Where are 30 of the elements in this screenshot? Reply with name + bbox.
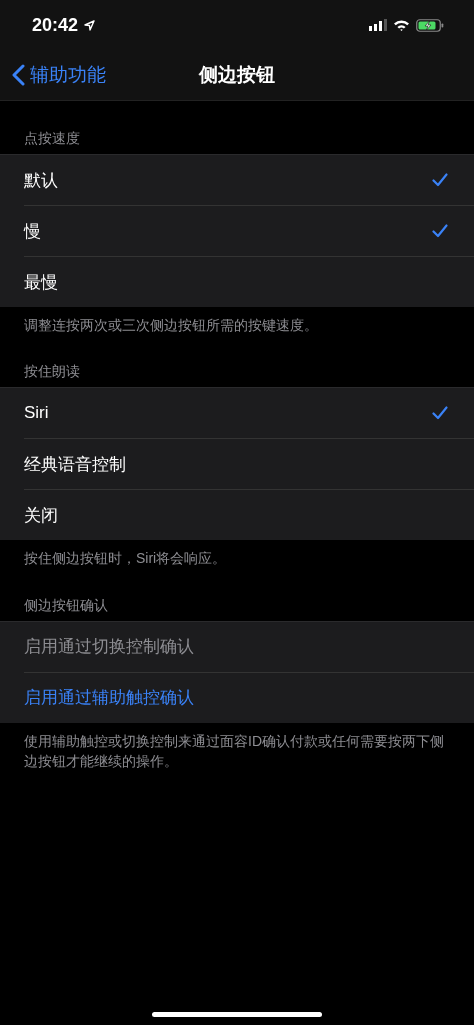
chevron-left-icon (12, 64, 25, 86)
settings-row[interactable]: 经典语音控制 (24, 438, 474, 490)
page-title: 侧边按钮 (199, 63, 275, 87)
battery-charging-icon (416, 18, 444, 32)
section-footer: 调整连按两次或三次侧边按钮所需的按键速度。 (0, 307, 474, 336)
wifi-icon (393, 19, 410, 31)
section-footer: 按住侧边按钮时，Siri将会响应。 (0, 540, 474, 569)
row-label: 关闭 (24, 504, 58, 527)
row-label: 最慢 (24, 271, 58, 294)
row-label: 默认 (24, 169, 58, 192)
home-indicator[interactable] (152, 1012, 322, 1017)
settings-row[interactable]: 关闭 (24, 489, 474, 541)
section-header: 按住朗读 (23, 363, 81, 382)
settings-row[interactable]: 最慢 (24, 256, 474, 307)
row-label: 启用通过辅助触控确认 (24, 687, 194, 710)
section-footer: 使用辅助触控或切换控制来通过面容ID确认付款或任何需要按两下侧边按钮才能继续的操作。 (0, 722, 474, 772)
settings-row[interactable]: 慢 (24, 205, 474, 256)
settings-row[interactable]: 启用通过辅助触控确认 (24, 671, 474, 723)
row-label: 启用通过切换控制确认 (24, 636, 194, 659)
settings-row[interactable]: 默认 (24, 155, 474, 205)
row-label: 经典语音控制 (24, 453, 126, 476)
status-time: 20:42 (32, 14, 79, 36)
location-arrow-icon (84, 19, 96, 31)
settings-row[interactable]: Siri (24, 388, 474, 439)
row-label: Siri (24, 403, 49, 424)
signal-icon (369, 19, 387, 31)
section-header: 侧边按钮确认 (23, 596, 109, 615)
back-button[interactable]: 辅助功能 (12, 62, 106, 88)
row-label: 慢 (24, 220, 41, 243)
section-header: 点按速度 (23, 130, 81, 148)
